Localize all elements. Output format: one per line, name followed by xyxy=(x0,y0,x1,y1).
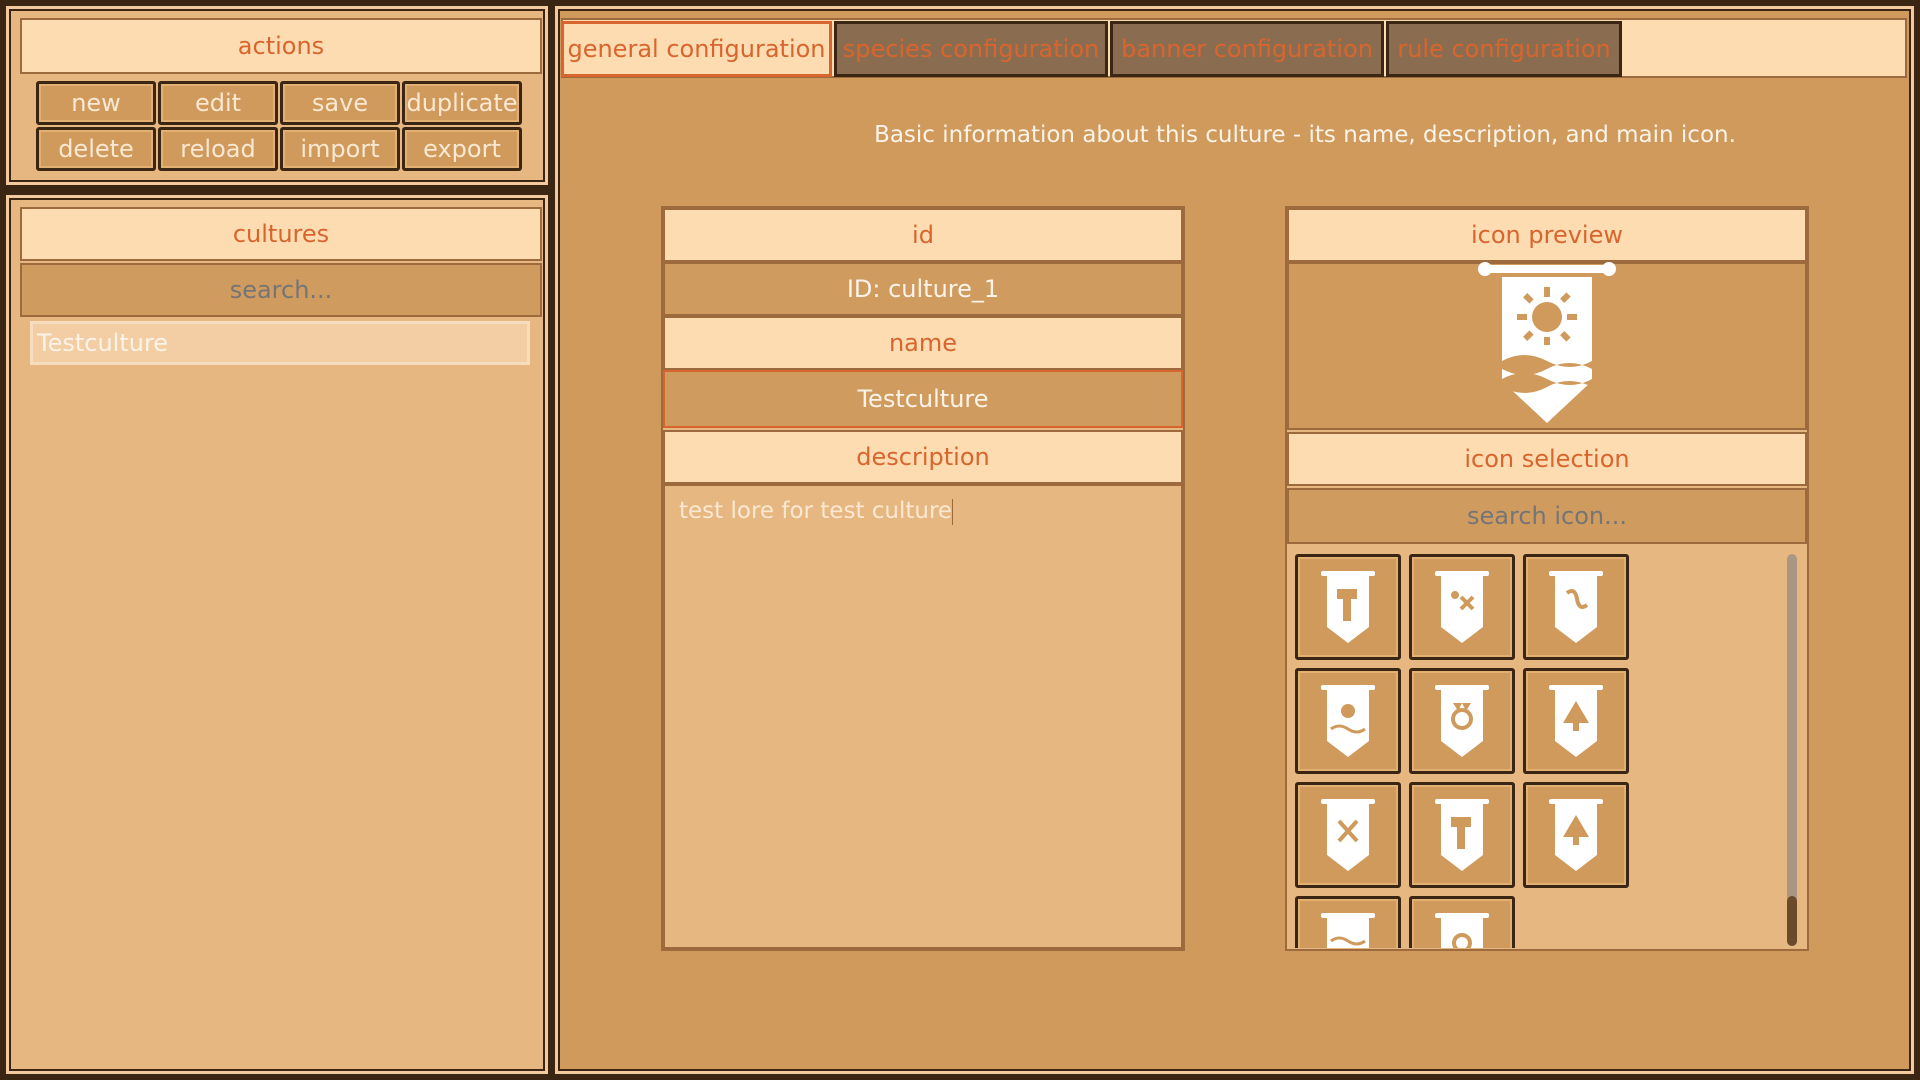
icon-tile[interactable] xyxy=(1295,782,1401,888)
icon-preview-area xyxy=(1287,262,1807,430)
name-field[interactable] xyxy=(663,370,1183,428)
icon-tile[interactable] xyxy=(1409,896,1515,948)
delete-button[interactable]: delete xyxy=(36,127,156,171)
id-value: ID: culture_1 xyxy=(663,262,1183,316)
icon-tile[interactable] xyxy=(1523,782,1629,888)
icon-tile[interactable] xyxy=(1295,668,1401,774)
name-label: name xyxy=(663,316,1183,370)
description-textarea[interactable]: test lore for test culture xyxy=(663,484,1183,949)
culture-search-input[interactable] xyxy=(20,263,542,317)
banner-sun-waves-icon xyxy=(1321,685,1375,757)
icon-tile[interactable] xyxy=(1409,782,1515,888)
new-button[interactable]: new xyxy=(36,81,156,125)
cultures-header: cultures xyxy=(20,207,542,261)
banner-crown-wreath-icon xyxy=(1435,685,1489,757)
scrollbar-thumb[interactable] xyxy=(1787,896,1797,946)
icon-preview-label: icon preview xyxy=(1287,208,1807,262)
banner-bones-icon xyxy=(1435,571,1489,643)
icon-tile[interactable] xyxy=(1295,896,1401,948)
save-button[interactable]: save xyxy=(280,81,400,125)
icon-tile[interactable] xyxy=(1523,554,1629,660)
banner-hammer-icon xyxy=(1435,799,1489,871)
tab-species-configuration[interactable]: species configuration xyxy=(834,21,1108,77)
icon-tile[interactable] xyxy=(1295,554,1401,660)
banner-circle-icon xyxy=(1435,913,1489,948)
details-column: id ID: culture_1 name description test l… xyxy=(661,206,1185,951)
culture-list-item[interactable]: Testculture xyxy=(30,321,530,365)
actions-header: actions xyxy=(20,18,542,74)
banner-sun-waves-icon xyxy=(1478,262,1616,423)
scrollbar-track[interactable] xyxy=(1787,554,1797,946)
duplicate-button[interactable]: duplicate xyxy=(402,81,522,125)
main-panel: general configuration species configurat… xyxy=(553,4,1916,1076)
culture-list: Testculture xyxy=(20,321,542,1061)
id-label: id xyxy=(663,208,1183,262)
banner-waves-icon xyxy=(1321,913,1375,948)
actions-panel: actions new edit save duplicate delete r… xyxy=(4,4,550,187)
banner-scroll-icon xyxy=(1549,571,1603,643)
text-cursor xyxy=(952,498,954,525)
icon-grid xyxy=(1287,546,1807,948)
banner-hammer-icon xyxy=(1321,571,1375,643)
banner-bone-cross-icon xyxy=(1321,799,1375,871)
banner-tree-icon xyxy=(1549,685,1603,757)
cultures-panel: cultures Testculture xyxy=(4,193,550,1076)
info-text: Basic information about this culture - i… xyxy=(874,122,1736,148)
icon-selection-label: icon selection xyxy=(1287,432,1807,486)
import-button[interactable]: import xyxy=(280,127,400,171)
edit-button[interactable]: edit xyxy=(158,81,278,125)
tab-banner-configuration[interactable]: banner configuration xyxy=(1110,21,1384,77)
icon-tile[interactable] xyxy=(1409,554,1515,660)
description-text: test lore for test culture xyxy=(679,498,953,524)
icon-column: icon preview icon selection search icon.… xyxy=(1285,206,1809,951)
icon-search-input[interactable] xyxy=(1287,488,1807,544)
reload-button[interactable]: reload xyxy=(158,127,278,171)
tab-general-configuration[interactable]: general configuration xyxy=(561,21,832,77)
tab-rule-configuration[interactable]: rule configuration xyxy=(1386,21,1622,77)
export-button[interactable]: export xyxy=(402,127,522,171)
description-label: description xyxy=(663,430,1183,484)
banner-tree-icon xyxy=(1549,799,1603,871)
icon-tile[interactable] xyxy=(1523,668,1629,774)
icon-tile[interactable] xyxy=(1409,668,1515,774)
